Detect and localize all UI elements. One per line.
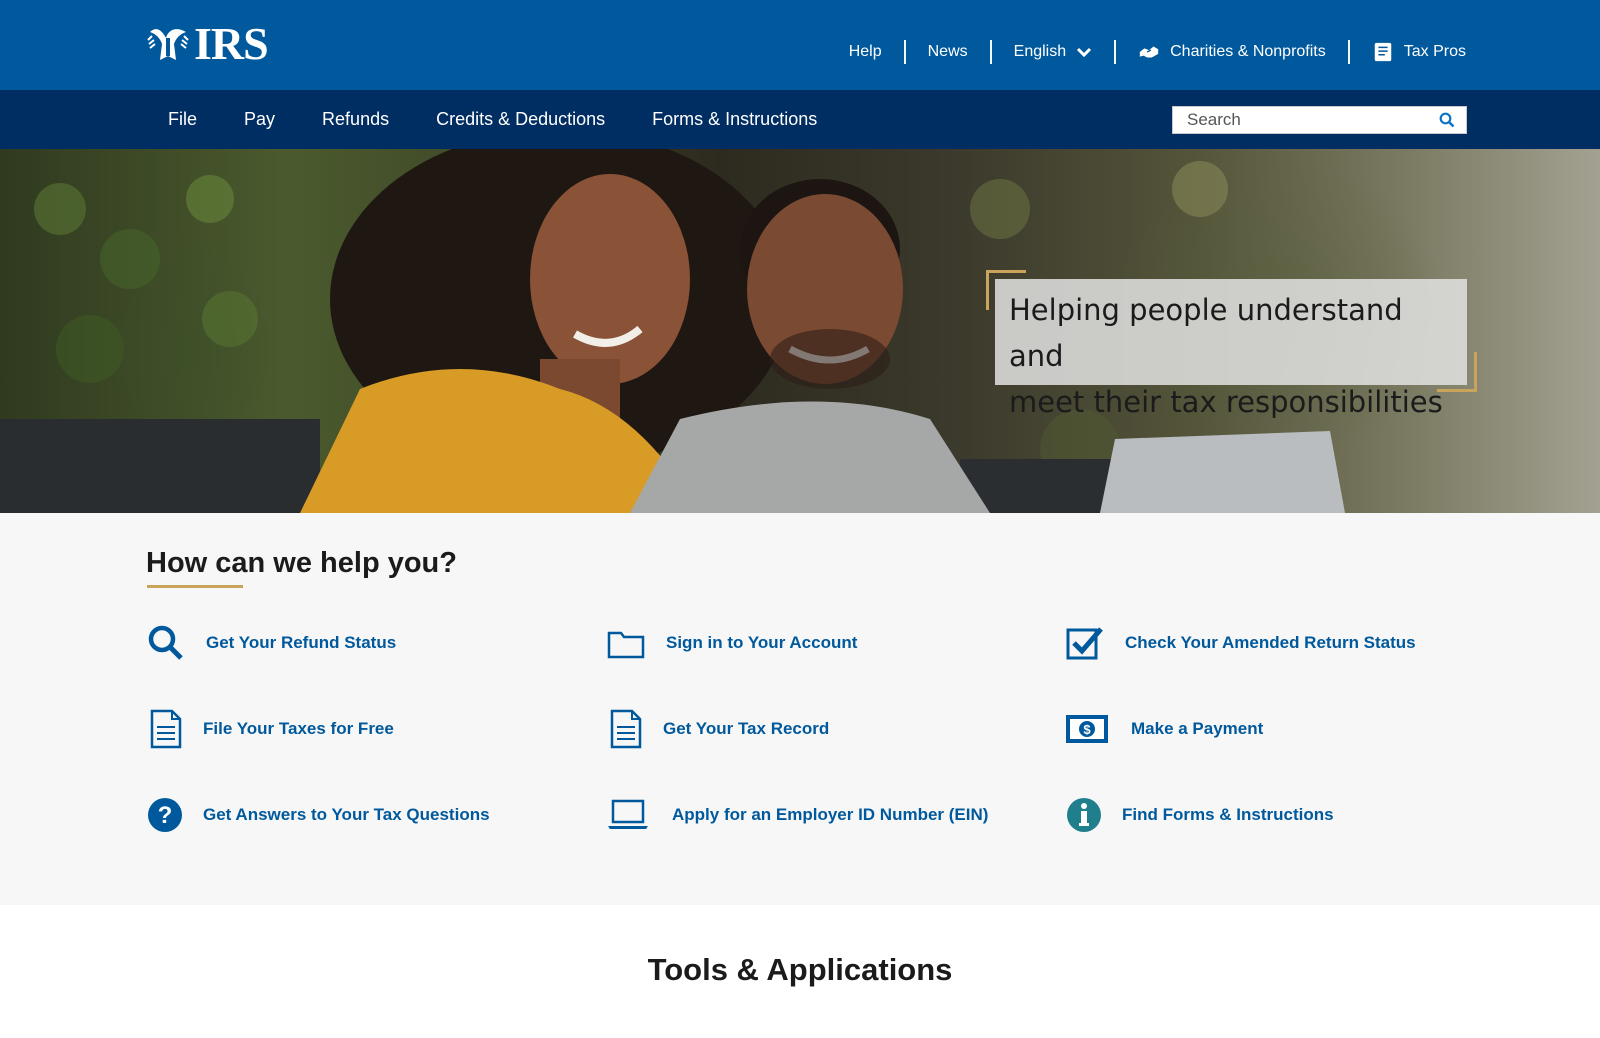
link-label: File Your Taxes for Free (203, 719, 394, 738)
link-label: Check Your Amended Return Status (1125, 633, 1416, 652)
tax-record-link[interactable]: Get Your Tax Record (606, 709, 829, 749)
language-label: English (1013, 43, 1067, 60)
handshake-icon (1139, 46, 1159, 58)
refund-status-link[interactable]: Get Your Refund Status (146, 623, 396, 663)
tax-pros-label: Tax Pros (1403, 43, 1466, 60)
search-icon (1439, 112, 1455, 128)
chevron-down-icon (1077, 47, 1092, 58)
charities-label: Charities & Nonprofits (1170, 43, 1326, 60)
charities-link[interactable]: Charities & Nonprofits (1138, 41, 1326, 63)
hero-line-1: Helping people understand and (1009, 293, 1403, 373)
checkbox-icon (1065, 623, 1105, 663)
book-icon (1374, 42, 1391, 62)
link-label: Get Your Refund Status (206, 633, 397, 652)
forms-instructions-link[interactable]: Find Forms & Instructions (1065, 795, 1334, 835)
help-heading: How can we help you? (146, 547, 457, 579)
file-free-link[interactable]: File Your Taxes for Free (146, 709, 394, 749)
link-label: Get Answers to Your Tax Questions (203, 805, 490, 824)
search-button[interactable] (1433, 107, 1461, 133)
dollar-bill-icon: $ (1065, 709, 1109, 749)
folder-icon (606, 623, 646, 663)
language-dropdown[interactable]: English (1014, 43, 1092, 61)
document-icon (146, 709, 186, 749)
document-icon (606, 709, 646, 749)
help-section: How can we help you? Get Your Refund Sta… (0, 513, 1600, 905)
hero-banner: Helping people understand and meet their… (0, 149, 1600, 513)
ein-link[interactable]: Apply for an Employer ID Number (EIN) (606, 795, 988, 835)
amended-return-link[interactable]: Check Your Amended Return Status (1065, 623, 1416, 663)
link-label: Find Forms & Instructions (1122, 805, 1334, 824)
make-payment-link[interactable]: $ Make a Payment (1065, 709, 1263, 749)
nav-credits-deductions[interactable]: Credits & Deductions (436, 109, 605, 130)
main-nav-items: File Pay Refunds Credits & Deductions Fo… (168, 90, 864, 149)
search-box (1172, 106, 1467, 134)
tax-pros-link[interactable]: Tax Pros (1372, 41, 1466, 63)
hero-corner-accent (1437, 352, 1477, 392)
irs-logo[interactable]: IRS (146, 18, 269, 69)
divider (989, 40, 992, 64)
laptop-icon (606, 795, 650, 835)
news-link[interactable]: News (928, 43, 968, 61)
search-icon (146, 623, 186, 663)
logo-text: IRS (194, 18, 269, 69)
search-input[interactable] (1173, 107, 1433, 133)
nav-forms-instructions[interactable]: Forms & Instructions (652, 109, 817, 130)
link-label: Make a Payment (1131, 719, 1264, 738)
svg-text:?: ? (158, 802, 173, 829)
divider (1114, 40, 1117, 64)
top-bar: IRS Help News English Charities & Nonpro… (0, 0, 1600, 90)
question-circle-icon: ? (146, 795, 186, 835)
nav-refunds[interactable]: Refunds (322, 109, 389, 130)
nav-file[interactable]: File (168, 109, 197, 130)
tax-questions-link[interactable]: ? Get Answers to Your Tax Questions (146, 795, 490, 835)
link-label: Get Your Tax Record (663, 719, 830, 738)
heading-underline (147, 585, 243, 588)
link-label: Apply for an Employer ID Number (EIN) (672, 805, 989, 824)
info-circle-icon (1065, 795, 1105, 835)
link-label: Sign in to Your Account (666, 633, 858, 652)
svg-text:$: $ (1083, 722, 1091, 737)
divider (1347, 40, 1350, 64)
help-link[interactable]: Help (849, 43, 882, 61)
eagle-icon (147, 29, 189, 60)
nav-pay[interactable]: Pay (244, 109, 275, 130)
utility-nav: Help News English Charities & Nonprofits… (849, 38, 1466, 66)
tools-heading: Tools & Applications (647, 952, 953, 987)
hero-line-2: meet their tax responsibilities (1009, 385, 1443, 419)
hero-tagline: Helping people understand and meet their… (995, 279, 1467, 419)
divider (903, 40, 906, 64)
sign-in-link[interactable]: Sign in to Your Account (606, 623, 857, 663)
